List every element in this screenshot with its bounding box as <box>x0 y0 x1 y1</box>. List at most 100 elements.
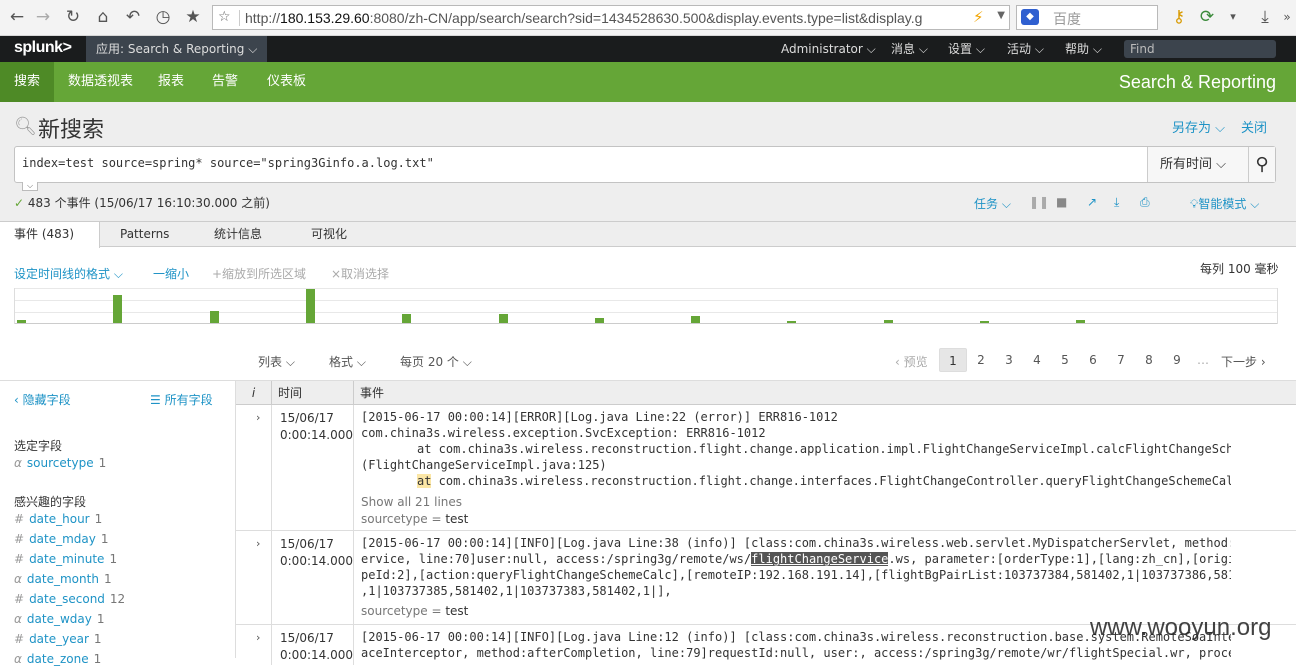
menu-dropdown-icon[interactable]: ▾ <box>1222 6 1244 28</box>
back-icon[interactable]: ← <box>6 6 28 28</box>
timeline-bar[interactable] <box>402 314 412 323</box>
event-field-sourcetype[interactable]: sourcetype = test <box>361 604 468 618</box>
timeline-bar[interactable] <box>787 321 797 323</box>
find-input[interactable]: Find <box>1124 40 1276 58</box>
home-icon[interactable]: ⌂ <box>92 6 114 28</box>
refresh-addon-icon[interactable]: ⟳ <box>1196 6 1218 28</box>
search-engine-box[interactable]: ◆ 百度 <box>1016 5 1158 30</box>
favorite-star-icon[interactable]: ☆ <box>218 9 231 25</box>
per-page-menu[interactable]: 每页 20 个 ⌵ <box>400 353 472 370</box>
address-bar[interactable]: ☆ http://180.153.29.60:8080/zh-CN/app/se… <box>212 5 1010 30</box>
save-as-menu[interactable]: 另存为 ⌵ <box>1172 117 1225 136</box>
expand-row-icon[interactable]: › <box>256 537 260 550</box>
export-icon[interactable]: ⤓ <box>1114 195 1119 210</box>
tab-dashboards[interactable]: 仪表板 <box>253 62 320 102</box>
share-icon[interactable]: ↗ <box>1087 195 1097 209</box>
page-4-button[interactable]: 4 <box>1023 348 1051 372</box>
url-dropdown-icon[interactable]: ▼ <box>997 10 1005 21</box>
print-icon[interactable]: ⎙ <box>1140 195 1150 210</box>
event-text[interactable]: [2015-06-17 00:00:14][INFO][Log.java Lin… <box>361 535 1231 599</box>
all-fields-link[interactable]: ☰ 所有字段 <box>150 391 213 408</box>
timeline-chart[interactable] <box>14 288 1278 324</box>
key-icon[interactable]: ⚷ <box>1168 6 1190 28</box>
zoom-selection-button[interactable]: +缩放到所选区域 <box>212 265 306 282</box>
tab-search[interactable]: 搜索 <box>0 62 55 102</box>
tab-pivot[interactable]: 数据透视表 <box>54 62 147 102</box>
field-date-wday[interactable]: α date_wday 1 <box>14 612 105 626</box>
tab-statistics[interactable]: 统计信息 <box>200 222 276 247</box>
download-icon[interactable]: ⤓ <box>1254 6 1276 28</box>
splunk-logo[interactable]: splunk> <box>14 39 72 57</box>
expand-row-icon[interactable]: › <box>256 411 260 424</box>
stop-icon[interactable]: ■ <box>1056 195 1067 209</box>
next-page-button[interactable]: 下一步 › <box>1221 353 1266 370</box>
timeline-bar[interactable] <box>1076 320 1086 323</box>
page-1-button[interactable]: 1 <box>939 348 967 372</box>
format-menu[interactable]: 格式 ⌵ <box>329 353 366 370</box>
tab-alerts[interactable]: 告警 <box>198 62 252 102</box>
reload-icon[interactable]: ↻ <box>62 6 84 28</box>
tab-visualization[interactable]: 可视化 <box>297 222 361 247</box>
activity-menu[interactable]: 活动 ⌵ <box>1007 36 1044 62</box>
event-text[interactable]: [2015-06-17 00:00:14][ERROR][Log.java Li… <box>361 409 1231 489</box>
field-date-month[interactable]: α date_month 1 <box>14 572 112 586</box>
prev-page-button[interactable]: ‹ 预览 <box>895 353 928 370</box>
search-mode-menu[interactable]: 💡︎智能模式 ⌵ <box>1190 195 1259 212</box>
more-icon[interactable]: » <box>1276 6 1296 28</box>
app-menu[interactable]: 应用: Search & Reporting ⌵ <box>86 36 268 62</box>
close-button[interactable]: 关闭 <box>1241 117 1267 136</box>
field-sourcetype[interactable]: α sourcetype 1 <box>14 456 106 470</box>
page-3-button[interactable]: 3 <box>995 348 1023 372</box>
baidu-paw-icon[interactable]: ◆ <box>1021 9 1039 25</box>
event-field-sourcetype[interactable]: sourcetype = test <box>361 512 468 526</box>
tab-patterns[interactable]: Patterns <box>106 222 183 247</box>
bookmark-icon[interactable]: ★ <box>182 6 204 28</box>
deselect-button[interactable]: ×取消选择 <box>331 265 389 282</box>
search-input[interactable]: index=test source=spring* source="spring… <box>22 156 434 170</box>
hide-fields-link[interactable]: ‹ 隐藏字段 <box>14 391 71 408</box>
timeline-bar[interactable] <box>883 320 893 323</box>
field-date-hour[interactable]: # date_hour 1 <box>14 512 102 526</box>
field-date-mday[interactable]: # date_mday 1 <box>14 532 109 546</box>
highlighted-term[interactable]: flightChangeService <box>751 552 889 566</box>
pause-icon[interactable]: ❚❚ <box>1029 195 1049 209</box>
history-icon[interactable]: ◷ <box>152 6 174 28</box>
list-view-menu[interactable]: 列表 ⌵ <box>258 353 295 370</box>
page-2-button[interactable]: 2 <box>967 348 995 372</box>
tab-events[interactable]: 事件 (483) <box>0 222 100 248</box>
timeline-bar[interactable] <box>17 320 26 323</box>
forward-icon[interactable]: → <box>32 6 54 28</box>
speed-mode-icon[interactable]: ⚡ <box>973 8 984 26</box>
messages-menu[interactable]: 消息 ⌵ <box>891 36 928 62</box>
field-date-second[interactable]: # date_second 12 <box>14 592 125 606</box>
undo-icon[interactable]: ↶ <box>122 6 144 28</box>
settings-menu[interactable]: 设置 ⌵ <box>948 36 985 62</box>
field-date-year[interactable]: # date_year 1 <box>14 632 102 646</box>
tab-reports[interactable]: 报表 <box>144 62 198 102</box>
timeline-bar[interactable] <box>305 289 315 323</box>
timeline-bar[interactable] <box>209 311 219 323</box>
user-menu[interactable]: Administrator ⌵ <box>781 36 876 62</box>
timeline-bar[interactable] <box>498 314 508 323</box>
timeline-bar[interactable] <box>691 316 701 323</box>
timeline-bar[interactable] <box>594 318 604 323</box>
timeline-bar[interactable] <box>980 321 989 323</box>
zoom-out-button[interactable]: 一缩小 <box>153 265 189 282</box>
help-menu[interactable]: 帮助 ⌵ <box>1065 36 1102 62</box>
page-9-button[interactable]: 9 <box>1163 348 1191 372</box>
url-text[interactable]: http://180.153.29.60:8080/zh-CN/app/sear… <box>245 10 967 26</box>
timeline-bar[interactable] <box>113 295 123 323</box>
timeline-format-menu[interactable]: 设定时间线的格式 ⌵ <box>14 265 123 282</box>
field-date-minute[interactable]: # date_minute 1 <box>14 552 117 566</box>
search-button[interactable]: ⚲ <box>1248 147 1275 182</box>
expand-search-icon[interactable]: ⌵ <box>22 182 38 191</box>
page-5-button[interactable]: 5 <box>1051 348 1079 372</box>
column-header-time[interactable]: 时间 <box>272 381 354 405</box>
page-7-button[interactable]: 7 <box>1107 348 1135 372</box>
field-date-zone[interactable]: α date_zone 1 <box>14 652 101 666</box>
page-8-button[interactable]: 8 <box>1135 348 1163 372</box>
job-menu[interactable]: 任务 ⌵ <box>974 195 1011 212</box>
time-range-picker[interactable]: 所有时间 ⌵ <box>1147 147 1248 182</box>
show-all-lines-link[interactable]: Show all 21 lines <box>361 495 462 509</box>
expand-row-icon[interactable]: › <box>256 631 260 644</box>
